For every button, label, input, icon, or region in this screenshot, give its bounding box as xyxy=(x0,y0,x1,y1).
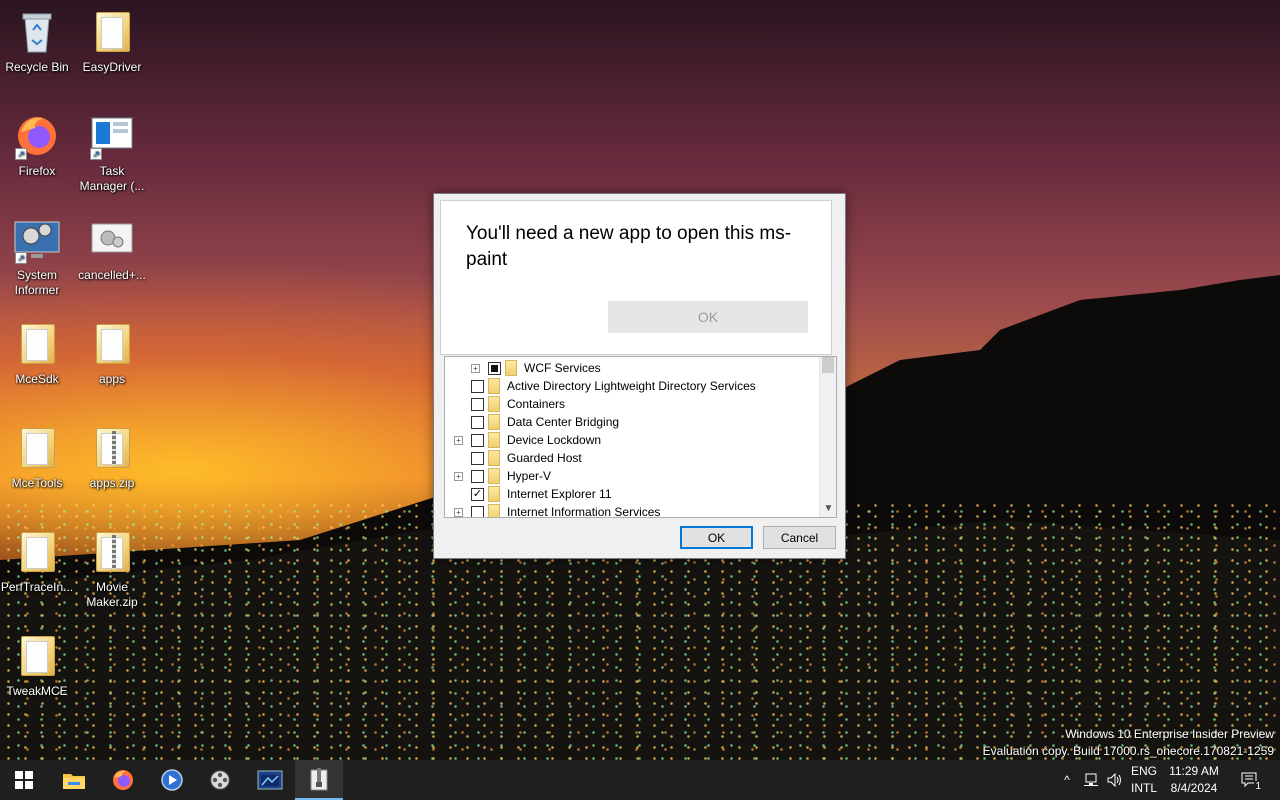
notification-count: 1 xyxy=(1254,781,1262,792)
popup-title: You'll need a new app to open this ms-pa… xyxy=(466,223,792,270)
folder-icon xyxy=(13,632,61,680)
app-window-icon xyxy=(257,770,283,790)
zip-folder-icon xyxy=(88,424,136,472)
desktop-icon-perftracein[interactable]: PerfTraceIn... xyxy=(0,528,74,595)
zip-folder-icon xyxy=(88,528,136,576)
folder-icon xyxy=(488,396,500,412)
folder-icon xyxy=(488,414,500,430)
clock-date: 8/4/2024 xyxy=(1170,781,1218,795)
folder-icon xyxy=(88,8,136,56)
desktop-icon-tweakmce[interactable]: TweakMCE xyxy=(0,632,74,699)
show-hidden-icons-button[interactable]: ^ xyxy=(1056,760,1078,800)
clock[interactable]: 11:29 AM 8/4/2024 xyxy=(1164,760,1224,800)
folder-icon xyxy=(505,360,517,376)
taskbar-file-explorer[interactable] xyxy=(50,760,98,800)
new-app-popup: You'll need a new app to open this ms-pa… xyxy=(440,200,832,355)
volume-icon[interactable] xyxy=(1104,760,1126,800)
folder-icon xyxy=(13,424,61,472)
scroll-thumb[interactable] xyxy=(822,357,834,373)
start-button[interactable] xyxy=(0,760,48,800)
folder-icon xyxy=(488,504,500,517)
desktop-icon-firefox[interactable]: ↗ Firefox xyxy=(0,112,74,179)
windows-logo-icon xyxy=(15,771,33,789)
settings-file-icon xyxy=(88,216,136,264)
expand-icon[interactable]: + xyxy=(454,435,463,445)
watermark-line-1: Windows 10 Enterprise Insider Preview xyxy=(1065,727,1274,741)
desktop-icon-cancelled[interactable]: cancelled+... xyxy=(75,216,149,283)
language-indicator[interactable]: ENG INTL xyxy=(1128,760,1160,800)
tree-row-ad-lds[interactable]: Active Directory Lightweight Directory S… xyxy=(445,377,820,395)
recycle-bin-icon xyxy=(13,8,61,56)
folder-icon xyxy=(13,528,61,576)
ok-button[interactable]: OK xyxy=(680,526,753,549)
feature-checkbox[interactable] xyxy=(471,469,484,483)
desktop-icon-mcesdk[interactable]: MceSdk xyxy=(0,320,74,387)
taskbar-movie-maker[interactable] xyxy=(197,760,245,800)
feature-checkbox-checked[interactable]: ✓ xyxy=(471,487,484,501)
desktop-icon-task-manager[interactable]: ↗ Task Manager (... xyxy=(75,112,149,194)
firefox-icon: ↗ xyxy=(13,112,61,160)
tree-row-wcf-services[interactable]: + WCF Services xyxy=(445,359,820,377)
feature-checkbox[interactable] xyxy=(471,379,484,393)
folder-icon xyxy=(488,432,500,448)
desktop-icon-mcetools[interactable]: MceTools xyxy=(0,424,74,491)
tree-row-hyper-v[interactable]: + Hyper-V xyxy=(445,467,820,485)
feature-checkbox[interactable] xyxy=(471,415,484,429)
taskbar-firefox[interactable] xyxy=(99,760,147,800)
chevron-up-icon: ^ xyxy=(1064,773,1070,787)
task-manager-icon: ↗ xyxy=(88,112,136,160)
clock-time: 11:29 AM xyxy=(1169,764,1219,778)
desktop-icon-system-informer[interactable]: ↗ System Informer xyxy=(0,216,74,298)
film-reel-icon xyxy=(210,770,230,790)
desktop-icon-easydriver[interactable]: EasyDriver xyxy=(75,8,149,75)
folder-icon xyxy=(88,320,136,368)
scroll-down-icon[interactable]: ▼ xyxy=(820,501,836,517)
tree-row-iis[interactable]: + Internet Information Services xyxy=(445,503,820,517)
watermark-line-2: Evaluation copy. Build 17000.rs_onecore.… xyxy=(982,744,1274,758)
feature-checkbox[interactable] xyxy=(471,397,484,411)
desktop-icon-apps[interactable]: apps xyxy=(75,320,149,387)
action-center-button[interactable]: 1 xyxy=(1232,760,1268,800)
firefox-icon xyxy=(113,770,133,790)
taskbar-app-window[interactable] xyxy=(246,760,294,800)
tree-row-device-lockdown[interactable]: + Device Lockdown xyxy=(445,431,820,449)
feature-checkbox[interactable] xyxy=(488,361,501,375)
desktop: Recycle Bin EasyDriver ↗ Firefox ↗ Task … xyxy=(0,0,1280,760)
feature-checkbox[interactable] xyxy=(471,451,484,465)
feature-checkbox[interactable] xyxy=(471,505,484,517)
taskbar-media-player[interactable] xyxy=(148,760,196,800)
expand-icon[interactable]: + xyxy=(471,363,480,373)
tree-row-containers[interactable]: Containers xyxy=(445,395,820,413)
folder-icon xyxy=(488,378,500,394)
expand-icon[interactable]: + xyxy=(454,471,463,481)
media-player-icon xyxy=(161,769,183,791)
build-watermark: Windows 10 Enterprise Insider Preview Ev… xyxy=(983,726,1274,760)
folder-icon xyxy=(488,450,500,466)
desktop-icon-recycle-bin[interactable]: Recycle Bin xyxy=(0,8,74,75)
taskbar: ^ ENG INTL 11:29 AM 8/4/2024 1 xyxy=(0,760,1280,800)
file-explorer-icon xyxy=(63,774,85,789)
network-icon[interactable] xyxy=(1080,760,1102,800)
tree-scrollbar[interactable]: ▼ xyxy=(819,357,836,517)
archive-icon xyxy=(310,768,328,791)
folder-icon xyxy=(13,320,61,368)
tree-row-guarded-host[interactable]: Guarded Host xyxy=(445,449,820,467)
desktop-icon-apps-zip[interactable]: apps.zip xyxy=(75,424,149,491)
feature-checkbox[interactable] xyxy=(471,433,484,447)
tree-row-data-center-bridging[interactable]: Data Center Bridging xyxy=(445,413,820,431)
folder-icon xyxy=(488,486,500,502)
desktop-icon-movie-maker-zip[interactable]: Movie Maker.zip xyxy=(75,528,149,610)
system-informer-icon: ↗ xyxy=(13,216,61,264)
expand-icon[interactable]: + xyxy=(454,507,463,517)
feature-tree: + WCF Services Active Directory Lightwei… xyxy=(444,356,837,518)
taskbar-zip-app[interactable] xyxy=(295,760,343,800)
cancel-button[interactable]: Cancel xyxy=(763,526,836,549)
popup-ok-button[interactable]: OK xyxy=(608,301,808,333)
tree-row-internet-explorer-11[interactable]: ✓ Internet Explorer 11 xyxy=(445,485,820,503)
folder-icon xyxy=(488,468,500,484)
